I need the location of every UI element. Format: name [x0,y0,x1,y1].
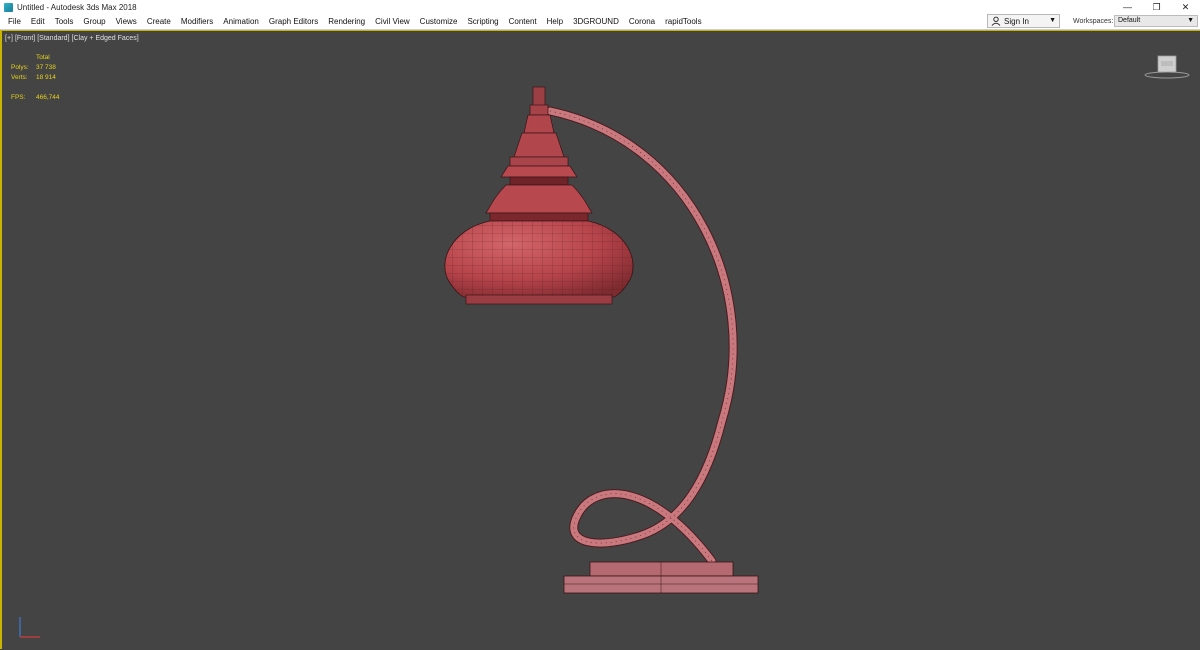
front-viewport[interactable]: [+] [Front] [Standard] [Clay + Edged Fac… [0,30,1200,649]
chevron-down-icon: ▼ [1187,17,1194,24]
lamp-base-top [589,561,734,577]
menu-group[interactable]: Group [78,14,110,29]
menu-help[interactable]: Help [542,14,568,29]
lamp-arm [545,106,738,566]
user-icon [991,16,1001,26]
menu-modifiers[interactable]: Modifiers [176,14,218,29]
axis-tripod-icon [14,613,44,643]
menu-graph-editors[interactable]: Graph Editors [264,14,323,29]
menu-scripting[interactable]: Scripting [462,14,503,29]
workspace-select[interactable]: Default ▼ [1114,15,1198,27]
menu-items: File Edit Tools Group Views Create Modif… [0,14,707,29]
minimize-button[interactable]: — [1113,0,1142,14]
menu-animation[interactable]: Animation [218,14,264,29]
menu-civil-view[interactable]: Civil View [370,14,415,29]
window-title: Untitled - Autodesk 3ds Max 2018 [17,2,137,12]
menu-customize[interactable]: Customize [415,14,463,29]
sign-in-label: Sign In [1004,16,1029,26]
app-logo-icon [4,2,13,12]
lamp-model[interactable] [2,31,1200,650]
menu-create[interactable]: Create [142,14,176,29]
title-bar: Untitled - Autodesk 3ds Max 2018 — ❐ ✕ [0,0,1200,14]
menu-edit[interactable]: Edit [26,14,50,29]
menu-content[interactable]: Content [504,14,542,29]
close-button[interactable]: ✕ [1171,0,1200,14]
menu-rendering[interactable]: Rendering [323,14,370,29]
workspace-value: Default [1118,17,1141,24]
menu-views[interactable]: Views [111,14,142,29]
workspaces-label: Workspaces: [1073,18,1114,25]
menu-corona[interactable]: Corona [624,14,660,29]
menu-rapidtools[interactable]: rapidTools [660,14,706,29]
menu-file[interactable]: File [3,14,26,29]
chevron-down-icon: ▼ [1049,17,1056,24]
restore-button[interactable]: ❐ [1142,0,1171,14]
sign-in-button[interactable]: Sign In ▼ [987,14,1060,28]
menu-tools[interactable]: Tools [50,14,79,29]
window-controls: — ❐ ✕ [1113,0,1200,14]
menu-3dground[interactable]: 3DGROUND [568,14,624,29]
